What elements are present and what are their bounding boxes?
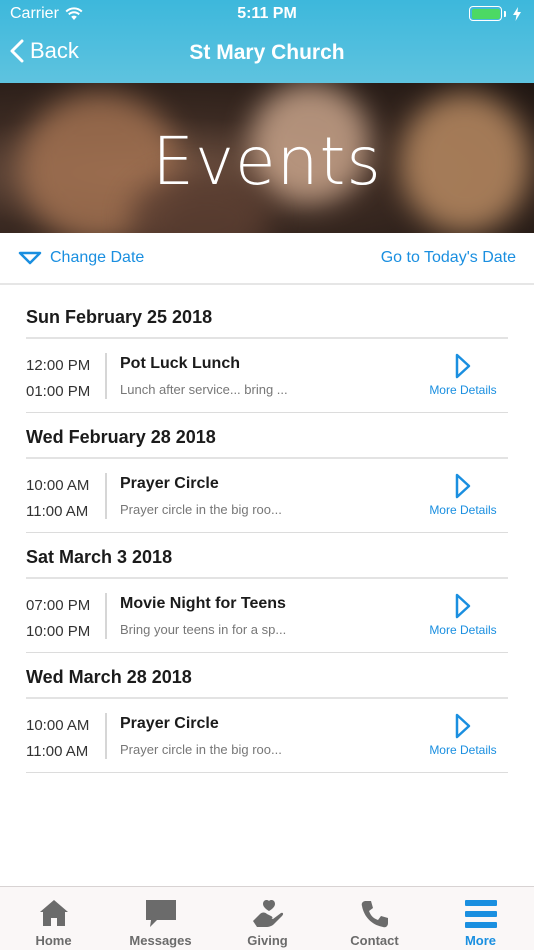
status-bar: Carrier 5:11 PM <box>0 0 534 28</box>
event-times: 10:00 AM 11:00 AM <box>26 713 106 765</box>
events-banner: Events <box>0 83 534 233</box>
page-title: St Mary Church <box>189 41 345 64</box>
more-details-button[interactable]: More Details <box>428 353 498 397</box>
day-heading: Sun February 25 2018 <box>26 307 213 327</box>
giving-icon <box>252 900 283 927</box>
messages-icon <box>145 900 176 927</box>
day-group: Wed February 28 2018 10:00 AM 11:00 AM P… <box>26 405 508 533</box>
date-bar: Change Date Go to Today's Date <box>0 233 534 285</box>
more-details-button[interactable]: More Details <box>428 713 498 757</box>
day-group: Wed March 28 2018 10:00 AM 11:00 AM Pray… <box>26 645 508 773</box>
day-heading: Sat March 3 2018 <box>26 547 173 567</box>
play-triangle-icon <box>455 713 471 739</box>
charging-icon <box>513 6 521 21</box>
events-list: Sun February 25 2018 12:00 PM 01:00 PM P… <box>26 285 508 773</box>
event-description: Bring your teens in for a sp... <box>120 622 287 637</box>
navigation-bar: Back St Mary Church <box>0 28 534 83</box>
event-row[interactable]: 10:00 AM 11:00 AM Prayer Circle Prayer c… <box>26 459 508 533</box>
event-start-time: 12:00 PM <box>26 357 91 374</box>
tab-home[interactable]: Home <box>0 887 107 950</box>
play-triangle-icon <box>455 473 471 499</box>
banner-title: Events <box>152 123 382 200</box>
phone-icon <box>361 901 388 928</box>
tab-contact[interactable]: Contact <box>321 887 428 950</box>
event-end-time: 01:00 PM <box>26 383 91 400</box>
event-times: 12:00 PM 01:00 PM <box>26 353 106 405</box>
day-group: Sat March 3 2018 07:00 PM 10:00 PM Movie… <box>26 525 508 653</box>
event-row[interactable]: 10:00 AM 11:00 AM Prayer Circle Prayer c… <box>26 699 508 773</box>
tab-bar: Home Messages Giving Contact More <box>0 886 534 950</box>
event-description: Prayer circle in the big roo... <box>120 502 282 517</box>
change-date-label: Change Date <box>50 249 145 266</box>
event-name: Movie Night for Teens <box>120 595 286 612</box>
event-name: Pot Luck Lunch <box>120 355 240 372</box>
go-to-today-button[interactable]: Go to Today's Date <box>381 249 516 267</box>
event-start-time: 10:00 AM <box>26 477 90 494</box>
tab-label: Giving <box>247 933 288 948</box>
event-description: Lunch after service... bring ... <box>120 382 288 397</box>
event-name: Prayer Circle <box>120 475 219 492</box>
more-details-button[interactable]: More Details <box>428 473 498 517</box>
more-details-label: More Details <box>429 743 497 757</box>
day-group: Sun February 25 2018 12:00 PM 01:00 PM P… <box>26 285 508 413</box>
event-end-time: 11:00 AM <box>26 503 89 520</box>
event-end-time: 11:00 AM <box>26 743 89 760</box>
triangle-down-icon <box>18 251 42 265</box>
event-name: Prayer Circle <box>120 715 219 732</box>
header: Carrier 5:11 PM Back St Mary Church <box>0 0 534 83</box>
tab-label: Messages <box>129 933 192 948</box>
menu-icon <box>464 900 497 928</box>
divider <box>105 713 107 759</box>
tab-giving[interactable]: Giving <box>214 887 321 950</box>
more-details-label: More Details <box>429 383 497 397</box>
event-times: 10:00 AM 11:00 AM <box>26 473 106 525</box>
tab-label: Home <box>35 933 72 948</box>
event-end-time: 10:00 PM <box>26 623 91 640</box>
divider <box>105 353 107 399</box>
play-triangle-icon <box>455 593 471 619</box>
tab-messages[interactable]: Messages <box>107 887 214 950</box>
event-description: Prayer circle in the big roo... <box>120 742 282 757</box>
tab-label: Contact <box>350 933 399 948</box>
event-start-time: 10:00 AM <box>26 717 90 734</box>
battery-icon <box>469 6 522 21</box>
more-details-button[interactable]: More Details <box>428 593 498 637</box>
event-times: 07:00 PM 10:00 PM <box>26 593 106 645</box>
divider <box>105 593 107 639</box>
day-heading: Wed March 28 2018 <box>26 667 192 687</box>
clock: 5:11 PM <box>237 5 297 22</box>
play-triangle-icon <box>455 353 471 379</box>
change-date-button[interactable]: Change Date <box>18 249 144 267</box>
event-row[interactable]: 12:00 PM 01:00 PM Pot Luck Lunch Lunch a… <box>26 339 508 413</box>
more-details-label: More Details <box>429 503 497 517</box>
event-start-time: 07:00 PM <box>26 597 91 614</box>
divider <box>105 473 107 519</box>
tab-more[interactable]: More <box>427 887 534 950</box>
home-icon <box>39 900 68 926</box>
event-row[interactable]: 07:00 PM 10:00 PM Movie Night for Teens … <box>26 579 508 653</box>
day-heading: Wed February 28 2018 <box>26 427 216 447</box>
more-details-label: More Details <box>429 623 497 637</box>
tab-label: More <box>464 933 497 948</box>
